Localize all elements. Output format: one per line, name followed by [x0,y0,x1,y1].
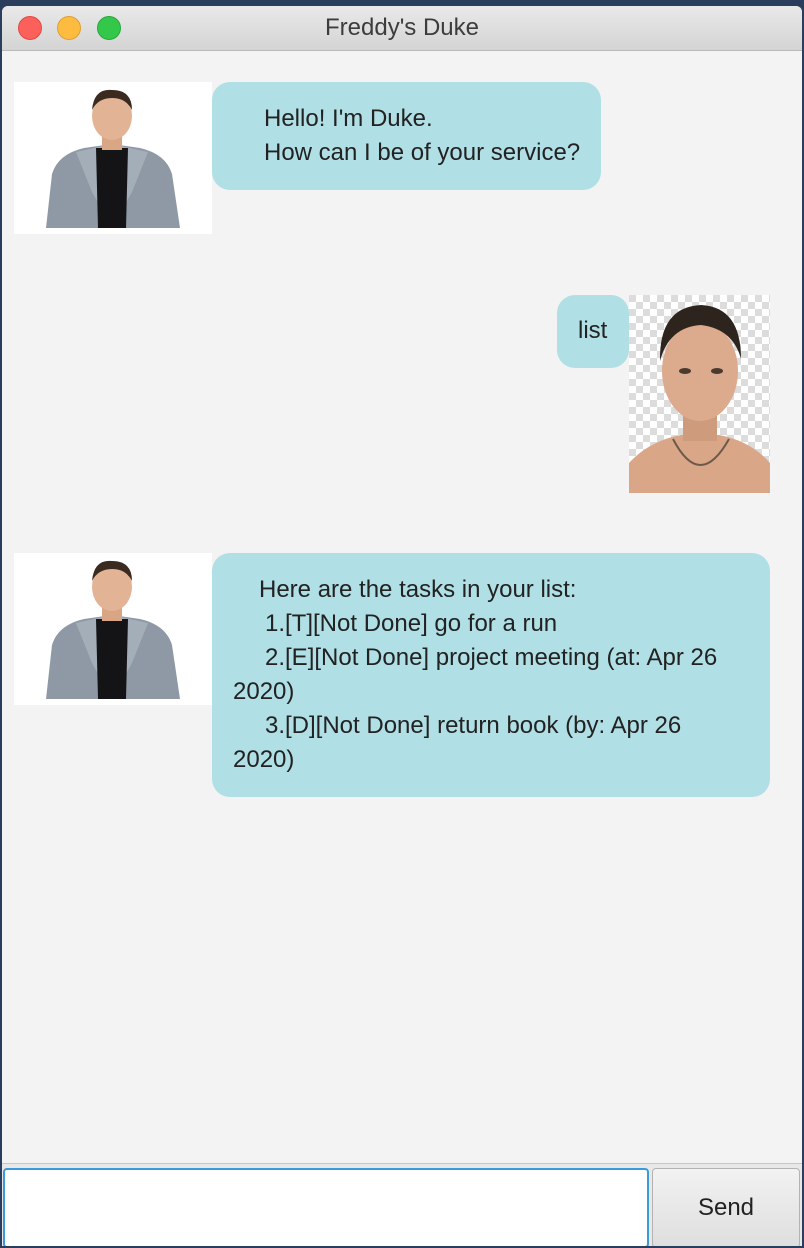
send-button[interactable]: Send [652,1168,800,1246]
task-item: 2.[E][Not Done] project meeting (at: Apr… [233,644,724,705]
duke-avatar [14,82,212,234]
dialog-container[interactable]: Hello! I'm Duke. How can I be of your se… [2,51,802,1163]
message-text: Here are the tasks in your list: [259,576,577,603]
task-item: 1.[T][Not Done] go for a run [265,610,558,637]
window-title: Freddy's Duke [325,14,479,41]
message-input[interactable] [3,1168,649,1246]
input-bar: Send [2,1163,802,1246]
duke-message-bubble: Hello! I'm Duke. How can I be of your se… [212,82,601,190]
message-text: How can I be of your service? [264,139,581,166]
duke-message-bubble: Here are the tasks in your list: 1.[T][N… [212,553,770,797]
message-text: list [578,317,608,344]
message-text: Hello! I'm Duke. [264,105,433,132]
user-message-bubble: list [557,295,629,368]
user-avatar [629,295,770,493]
duke-avatar [14,553,212,705]
title-bar: Freddy's Duke [2,6,802,51]
app-window: Freddy's Duke Hello! I'm Duke. How can I… [2,6,802,1246]
task-item: 3.[D][Not Done] return book (by: Apr 26 … [233,712,688,773]
